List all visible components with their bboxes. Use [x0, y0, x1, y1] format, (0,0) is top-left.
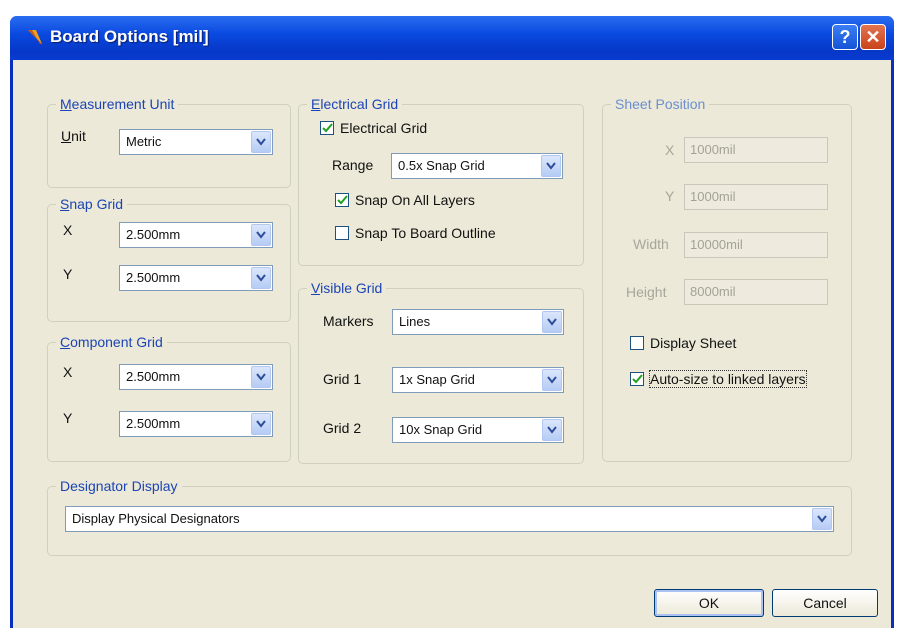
chevron-down-icon[interactable]: [251, 366, 271, 388]
chevron-down-icon[interactable]: [542, 419, 562, 441]
grid1-select-value: 1x Snap Grid: [399, 372, 475, 387]
sheet-y-value: 1000mil: [690, 189, 736, 204]
snap-to-board-outline-label: Snap To Board Outline: [355, 225, 496, 241]
board-options-window: Board Options [mil] ? ✕ Measurement Unit…: [10, 16, 894, 628]
range-select[interactable]: 0.5x Snap Grid: [391, 153, 563, 179]
component-x-select[interactable]: 2.500mm: [119, 364, 273, 390]
snap-grid-group: Snap Grid: [47, 196, 291, 322]
display-sheet-check-box[interactable]: [630, 336, 644, 350]
grid2-select[interactable]: 10x Snap Grid: [392, 417, 564, 443]
window-title: Board Options [mil]: [50, 27, 209, 46]
sheet-x-value: 1000mil: [690, 142, 736, 157]
component-grid-group: Component Grid: [47, 334, 291, 462]
auto-size-check-box[interactable]: [630, 372, 644, 386]
dialog-body: Measurement Unit Unit Metric Snap Grid X…: [13, 60, 891, 628]
chevron-down-icon[interactable]: [251, 131, 271, 153]
electrical-grid-check-box[interactable]: [320, 121, 334, 135]
range-label: Range: [332, 157, 374, 173]
grid1-label: Grid 1: [323, 371, 362, 387]
measurement-unit-legend: Measurement Unit: [60, 96, 175, 112]
app-icon: [28, 30, 42, 44]
snap-on-all-layers-label: Snap On All Layers: [355, 192, 475, 208]
sheet-height-value: 8000mil: [690, 284, 736, 299]
markers-select[interactable]: Lines: [392, 309, 564, 335]
close-button[interactable]: ✕: [860, 24, 886, 50]
snap-to-board-outline-checkbox[interactable]: Snap To Board Outline: [335, 224, 555, 244]
sheet-width-value: 10000mil: [690, 237, 743, 252]
component-y-value: 2.500mm: [126, 416, 181, 431]
sheet-width-field[interactable]: 10000mil: [684, 232, 828, 258]
sheet-x-field[interactable]: 1000mil: [684, 137, 828, 163]
designator-display-legend: Designator Display: [60, 478, 178, 494]
chevron-down-icon[interactable]: [251, 224, 271, 246]
component-grid-legend: Component Grid: [60, 334, 163, 350]
chevron-down-icon[interactable]: [812, 508, 832, 530]
auto-size-label: Auto-size to linked layers: [649, 370, 807, 388]
component-y-label: Y: [63, 410, 73, 426]
snap-x-label: X: [63, 222, 73, 238]
sheet-y-field[interactable]: 1000mil: [684, 184, 828, 210]
snap-on-all-layers-checkbox[interactable]: Snap On All Layers: [335, 191, 555, 211]
component-x-label: X: [63, 364, 73, 380]
sheet-y-label: Y: [665, 188, 675, 204]
chevron-down-icon[interactable]: [541, 155, 561, 177]
unit-select[interactable]: Metric: [119, 129, 273, 155]
visible-grid-legend: Visible Grid: [311, 280, 383, 296]
display-sheet-label: Display Sheet: [650, 335, 737, 351]
range-select-value: 0.5x Snap Grid: [398, 158, 485, 173]
sheet-width-label: Width: [633, 236, 669, 252]
snap-on-all-layers-check-box[interactable]: [335, 193, 349, 207]
sheet-position-legend: Sheet Position: [615, 96, 706, 112]
auto-size-checkbox[interactable]: Auto-size to linked layers: [630, 370, 845, 390]
title-bar[interactable]: Board Options [mil] ? ✕: [10, 16, 894, 60]
help-button[interactable]: ?: [832, 24, 858, 50]
display-sheet-checkbox[interactable]: Display Sheet: [630, 334, 810, 354]
component-y-select[interactable]: 2.500mm: [119, 411, 273, 437]
snap-x-value: 2.500mm: [126, 227, 181, 242]
grid2-label: Grid 2: [323, 420, 362, 436]
chevron-down-icon[interactable]: [542, 369, 562, 391]
snap-y-value: 2.500mm: [126, 270, 181, 285]
chevron-down-icon[interactable]: [251, 267, 271, 289]
unit-select-value: Metric: [126, 134, 162, 149]
grid1-select[interactable]: 1x Snap Grid: [392, 367, 564, 393]
snap-y-select[interactable]: 2.500mm: [119, 265, 273, 291]
snap-y-label: Y: [63, 266, 73, 282]
chevron-down-icon[interactable]: [542, 311, 562, 333]
snap-grid-legend: Snap Grid: [60, 196, 124, 212]
component-x-value: 2.500mm: [126, 369, 181, 384]
snap-to-board-outline-check-box[interactable]: [335, 226, 349, 240]
chevron-down-icon[interactable]: [251, 413, 271, 435]
sheet-height-field[interactable]: 8000mil: [684, 279, 828, 305]
unit-label: Unit: [61, 128, 86, 144]
designator-display-value: Display Physical Designators: [72, 511, 240, 526]
cancel-button[interactable]: Cancel: [772, 589, 878, 617]
sheet-x-label: X: [665, 142, 675, 158]
electrical-grid-checkbox[interactable]: Electrical Grid: [320, 119, 520, 139]
snap-x-select[interactable]: 2.500mm: [119, 222, 273, 248]
grid2-select-value: 10x Snap Grid: [399, 422, 483, 437]
sheet-height-label: Height: [626, 284, 667, 300]
markers-label: Markers: [323, 313, 374, 329]
electrical-grid-check-label: Electrical Grid: [340, 120, 428, 136]
electrical-grid-legend: Electrical Grid: [311, 96, 399, 112]
ok-button[interactable]: OK: [654, 589, 764, 617]
markers-select-value: Lines: [399, 314, 431, 329]
designator-display-select[interactable]: Display Physical Designators: [65, 506, 834, 532]
